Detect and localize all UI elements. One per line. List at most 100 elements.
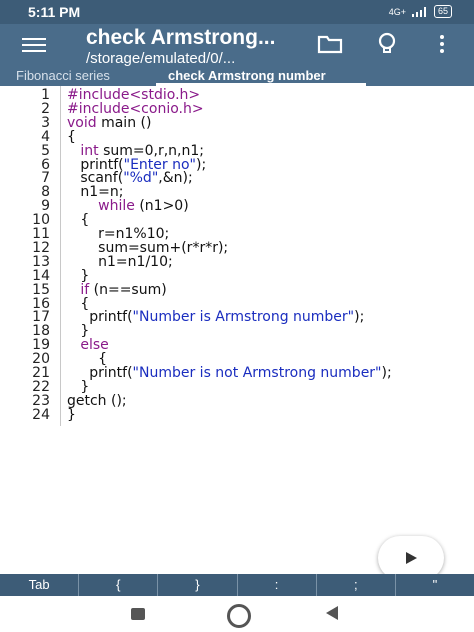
code-text: }	[67, 324, 89, 338]
string-token: "Number is not Armstrong number"	[132, 365, 382, 381]
code-text: }	[67, 380, 89, 394]
code-token: }	[67, 406, 76, 423]
code-text: n1=n1/10;	[67, 255, 173, 269]
code-text: {	[67, 297, 89, 311]
code-line[interactable]: 5 int sum=0,r,n,n1;	[0, 144, 474, 158]
lightbulb-icon[interactable]	[377, 32, 397, 56]
more-vert-icon[interactable]	[438, 34, 446, 54]
code-text: {	[67, 352, 107, 366]
line-number: 16	[32, 295, 50, 312]
key-quote[interactable]: "	[396, 574, 474, 596]
code-line[interactable]: 14 }	[0, 269, 474, 283]
code-line[interactable]: 24}	[0, 408, 474, 422]
code-line[interactable]: 13 n1=n1/10;	[0, 255, 474, 269]
home-icon[interactable]	[227, 604, 251, 628]
code-text: {	[67, 213, 89, 227]
code-line[interactable]: 4{	[0, 130, 474, 144]
extra-keys-bar: Tab { } : ; "	[0, 574, 474, 596]
code-line[interactable]: 3 void main ()	[0, 116, 474, 130]
string-token: "Number is Armstrong number"	[132, 309, 355, 326]
tab-bar: Fibonacci series check Armstrong number	[0, 66, 474, 86]
key-semicolon[interactable]: ;	[317, 574, 396, 596]
recent-apps-icon[interactable]	[131, 608, 145, 620]
code-text: r=n1%10;	[67, 227, 169, 241]
code-line[interactable]: 16 {	[0, 297, 474, 311]
line-number: 3	[41, 114, 50, 131]
string-token: "%d"	[123, 170, 159, 187]
code-line[interactable]: 17 printf("Number is Armstrong number");	[0, 310, 474, 324]
code-line[interactable]: 9 while (n1>0)	[0, 199, 474, 213]
tab-check-armstrong-number[interactable]: check Armstrong number	[168, 68, 326, 83]
code-line[interactable]: 23 getch ();	[0, 394, 474, 408]
code-line[interactable]: 18 }	[0, 324, 474, 338]
key-open-brace[interactable]: {	[79, 574, 159, 596]
code-line[interactable]: 19 else	[0, 338, 474, 352]
code-line[interactable]: 15 if (n==sum)	[0, 283, 474, 297]
code-text: printf("Number is not Armstrong number")…	[67, 365, 392, 381]
line-number: 15	[32, 281, 50, 298]
line-number: 9	[41, 198, 50, 215]
code-token: main ()	[96, 114, 152, 131]
code-line[interactable]: 2 #include<conio.h>	[0, 102, 474, 116]
code-line[interactable]: 10 {	[0, 213, 474, 227]
code-text: }	[67, 408, 76, 422]
back-icon[interactable]	[326, 606, 338, 620]
key-colon[interactable]: :	[238, 574, 317, 596]
line-number: 19	[32, 337, 50, 354]
file-path: /storage/emulated/0/...	[86, 50, 236, 67]
code-line[interactable]: 6 printf("Enter no");	[0, 158, 474, 172]
line-number: 21	[32, 365, 50, 381]
line-number: 17	[32, 309, 50, 326]
status-time: 5:11 PM	[28, 4, 81, 20]
line-number: 5	[41, 142, 50, 159]
code-line[interactable]: 21 printf("Number is not Armstrong numbe…	[0, 366, 474, 380]
line-number: 20	[32, 351, 50, 368]
line-number: 4	[41, 128, 50, 145]
code-editor[interactable]: 1 #include<stdio.h> 2 #include<conio.h> 3 voi…	[0, 86, 474, 574]
line-number: 1	[41, 87, 50, 103]
folder-icon[interactable]	[317, 34, 343, 54]
line-number: 14	[32, 267, 50, 284]
code-text: printf("Number is Armstrong number");	[67, 310, 364, 324]
code-text: }	[67, 269, 89, 283]
code-token: (n1>0)	[134, 198, 189, 215]
code-line[interactable]: 12 sum=sum+(r*r*r);	[0, 241, 474, 255]
code-line[interactable]: 8 n1=n;	[0, 185, 474, 199]
code-text: if (n==sum)	[67, 283, 166, 297]
app-bar: check Armstrong... /storage/emulated/0/.…	[0, 24, 474, 67]
code-text: while (n1>0)	[67, 199, 189, 213]
code-line[interactable]: 7 scanf("%d",&n);	[0, 171, 474, 185]
code-line[interactable]: 22 }	[0, 380, 474, 394]
line-number: 13	[32, 253, 50, 270]
key-close-brace[interactable]: }	[158, 574, 238, 596]
code-line[interactable]: 11 r=n1%10;	[0, 227, 474, 241]
line-number: 8	[41, 184, 50, 201]
page-title: check Armstrong...	[86, 26, 276, 49]
tab-fibonacci-series[interactable]: Fibonacci series	[16, 68, 110, 83]
keyword-token: while	[98, 198, 135, 215]
menu-icon[interactable]	[22, 34, 46, 54]
line-number: 6	[41, 156, 50, 173]
line-number: 24	[32, 406, 50, 423]
battery-icon: 65	[433, 5, 452, 18]
line-number: 11	[32, 226, 50, 242]
code-text: printf("Enter no");	[67, 158, 206, 172]
code-token: ,&n);	[158, 170, 193, 187]
line-number: 12	[32, 239, 50, 256]
code-text: int sum=0,r,n,n1;	[67, 144, 204, 158]
status-bar: 5:11 PM 4G+ 65	[0, 0, 474, 24]
key-tab[interactable]: Tab	[0, 574, 80, 596]
code-line[interactable]: 20 {	[0, 352, 474, 366]
code-text: void main ()	[67, 116, 151, 130]
code-token: );	[381, 365, 392, 381]
code-line[interactable]: 1 #include<stdio.h>	[0, 88, 474, 102]
line-number: 7	[41, 170, 50, 187]
line-number: 2	[41, 100, 50, 117]
code-text: n1=n;	[67, 185, 123, 199]
line-number: 10	[32, 212, 50, 229]
code-text: #include<stdio.h>	[67, 88, 200, 102]
code-text: else	[67, 338, 108, 352]
code-text: getch ();	[67, 394, 127, 408]
play-icon	[406, 552, 417, 564]
code-token: );	[196, 156, 207, 173]
